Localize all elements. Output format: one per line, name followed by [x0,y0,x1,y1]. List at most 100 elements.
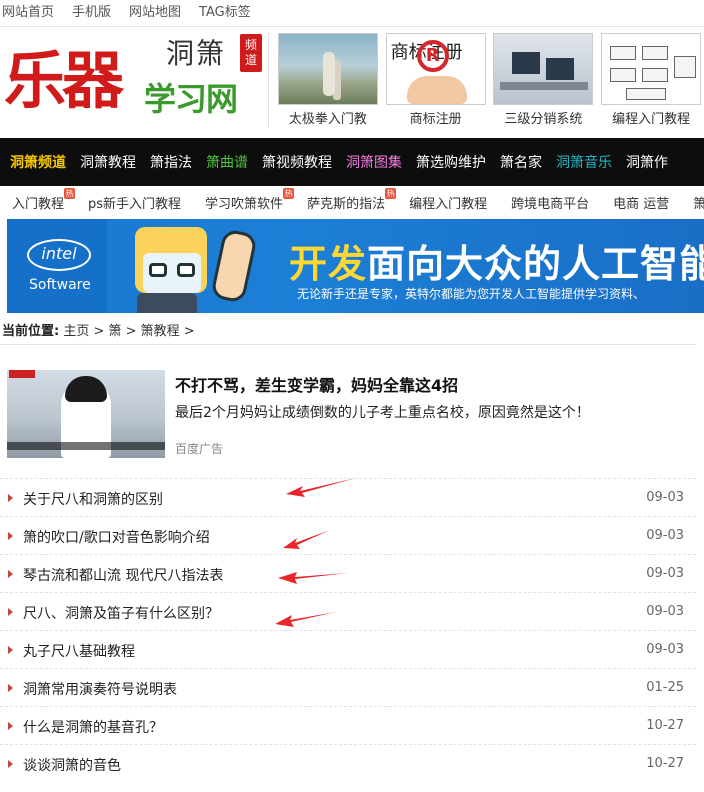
hot-badge: 热 [385,188,397,199]
article-date: 10-27 [646,756,684,771]
nav-item-buying[interactable]: 箫选购维护 [416,152,492,172]
top-link-home[interactable]: 网站首页 [2,1,54,20]
breadcrumb-label: 当前位置: [2,324,60,339]
subnav-item[interactable]: 箫入 [693,193,704,212]
logo-badge: 频道 [240,34,262,72]
article-title[interactable]: 洞箫常用演奏符号说明表 [23,679,177,699]
thumb-taichi[interactable]: 太极拳入门教 [275,33,381,128]
nav-item-works[interactable]: 洞箫作 [626,152,674,172]
thumb-caption: 三级分销系统 [504,112,583,127]
sub-nav: 入门教程热 ps新手入门教程 学习吹箫软件热 萨克斯的指法热 编程入门教程 跨境… [0,188,704,216]
nav-item-video[interactable]: 箫视频教程 [262,152,338,172]
site-logo[interactable]: 乐器 洞箫 学习网 频道 [4,32,266,124]
subnav-item[interactable]: 电商 运营 [613,193,669,212]
breadcrumb-path[interactable]: 主页 > 箫 > 箫教程 > [63,324,194,339]
subnav-item[interactable]: 学习吹箫软件热 [205,188,295,212]
ad-title[interactable]: 不打不骂，差生变学霸，妈妈全靠这4招 [175,372,458,396]
article-date: 09-03 [646,604,684,619]
subnav-item[interactable]: 跨境电商平台 [511,193,589,212]
subnav-item[interactable]: 入门教程热 [12,188,76,212]
top-link-tags[interactable]: TAG标签 [199,1,251,20]
list-item[interactable]: 关于尺八和洞箫的区别 09-03 [0,478,696,516]
subnav-item[interactable]: 编程入门教程 [409,193,487,212]
hot-badge: 热 [64,188,76,199]
main-nav: 洞箫频道 洞箫教程 箫指法 箫曲谱 箫视频教程 洞箫图集 箫选购维护 箫名家 洞… [0,138,704,186]
trademark-image: 商标注册 R [385,33,486,105]
diagram-image [601,33,702,105]
bullet-icon [8,722,13,730]
nav-item-scores[interactable]: 箫曲谱 [206,152,254,172]
list-item[interactable]: 谈谈洞箫的音色 10-27 [0,744,696,782]
article-title[interactable]: 尺八、洞箫及笛子有什么区别？ [23,603,219,623]
nav-item-fingering[interactable]: 箫指法 [150,152,198,172]
bullet-icon [8,760,13,768]
article-title[interactable]: 什么是洞箫的基音孔？ [23,717,163,737]
article-date: 09-03 [646,642,684,657]
header-thumbnails: 太极拳入门教 商标注册 R 商标注册 三级分销系统 编程入门教程 [268,33,704,128]
article-date: 10-27 [646,718,684,733]
ad-block[interactable]: 不打不骂，差生变学霸，妈妈全靠这4招 最后2个月妈妈让成绩倒数的儿子考上重点名校… [7,370,697,460]
robot-mascot-icon [117,223,277,313]
article-title[interactable]: 谈谈洞箫的音色 [23,755,121,775]
hot-badge: 热 [283,188,295,199]
list-item[interactable]: 什么是洞箫的基音孔？ 10-27 [0,706,696,744]
article-title[interactable]: 箫的吹口/歌口对音色影响介绍 [23,527,210,547]
office-image [493,33,594,105]
ad-source: 百度广告 [175,442,224,456]
subnav-item[interactable]: ps新手入门教程 [88,193,181,212]
banner-title-highlight: 开发 [289,242,368,286]
article-title[interactable]: 关于尺八和洞箫的区别 [23,489,163,509]
top-link-mobile[interactable]: 手机版 [72,1,111,20]
list-item[interactable]: 洞箫常用演奏符号说明表 01-25 [0,668,696,706]
list-item[interactable]: 尺八、洞箫及笛子有什么区别？ 09-03 [0,592,696,630]
thumb-caption: 太极拳入门教 [288,112,367,127]
logo-sub-top: 洞箫 [166,37,227,70]
nav-item-tutorial[interactable]: 洞箫教程 [80,152,142,172]
bullet-icon [8,570,13,578]
bullet-icon [8,646,13,654]
bullet-icon [8,532,13,540]
intel-logo-box: intel Software [7,219,107,313]
nav-item-gallery[interactable]: 洞箫图集 [346,152,408,172]
banner-title-rest: 面向大众的人工智能 [367,242,704,286]
thumb-trademark[interactable]: 商标注册 R 商标注册 [383,33,489,128]
bullet-icon [8,494,13,502]
registered-icon: R [416,40,449,72]
banner-title: 开发面向大众的人工智能 [289,233,704,288]
article-title[interactable]: 琴古流和都山流 现代尺八指法表 [23,565,223,585]
article-date: 01-25 [646,680,684,695]
nav-item-channel[interactable]: 洞箫频道 [10,152,72,172]
article-date: 09-03 [646,566,684,581]
nav-item-masters[interactable]: 箫名家 [500,152,548,172]
breadcrumb: 当前位置: 主页 > 箫 > 箫教程 > [2,320,195,339]
top-link-sitemap[interactable]: 网站地图 [129,1,181,20]
thumb-programming[interactable]: 编程入门教程 [598,33,704,128]
top-links: 网站首页 手机版 网站地图 TAG标签 [0,0,704,20]
intel-banner[interactable]: intel Software 开发面向大众的人工智能 无论新手还是专家，英特尔都… [7,219,704,313]
ad-description: 最后2个月妈妈让成绩倒数的儿子考上重点名校，原因竟然是这个！ [175,405,590,421]
article-date: 09-03 [646,528,684,543]
hand-icon [406,76,467,104]
thumb-caption: 商标注册 [409,112,462,127]
nav-item-music[interactable]: 洞箫音乐 [556,152,618,172]
bullet-icon [8,684,13,692]
list-item[interactable]: 丸子尺八基础教程 09-03 [0,630,696,668]
divider [0,344,696,345]
divider [0,26,704,27]
article-title[interactable]: 丸子尺八基础教程 [23,641,135,661]
thumb-caption: 编程入门教程 [612,112,691,127]
subnav-item[interactable]: 萨克斯的指法热 [307,188,397,212]
article-list: 关于尺八和洞箫的区别 09-03 箫的吹口/歌口对音色影响介绍 09-03 琴古… [0,478,696,782]
list-item[interactable]: 琴古流和都山流 现代尺八指法表 09-03 [0,554,696,592]
banner-subtitle: 无论新手还是专家，英特尔都能为您开发人工智能提供学习资料、 [297,287,646,301]
logo-main-text: 乐器 [4,44,124,117]
article-date: 09-03 [646,490,684,505]
logo-sub-bottom: 学习网 [144,80,238,118]
intel-logo: intel [27,239,91,271]
intel-software-label: Software [29,277,91,293]
taichi-image [277,33,378,105]
thumb-distribution[interactable]: 三级分销系统 [491,33,597,128]
bullet-icon [8,608,13,616]
list-item[interactable]: 箫的吹口/歌口对音色影响介绍 09-03 [0,516,696,554]
ad-image[interactable] [7,370,165,458]
